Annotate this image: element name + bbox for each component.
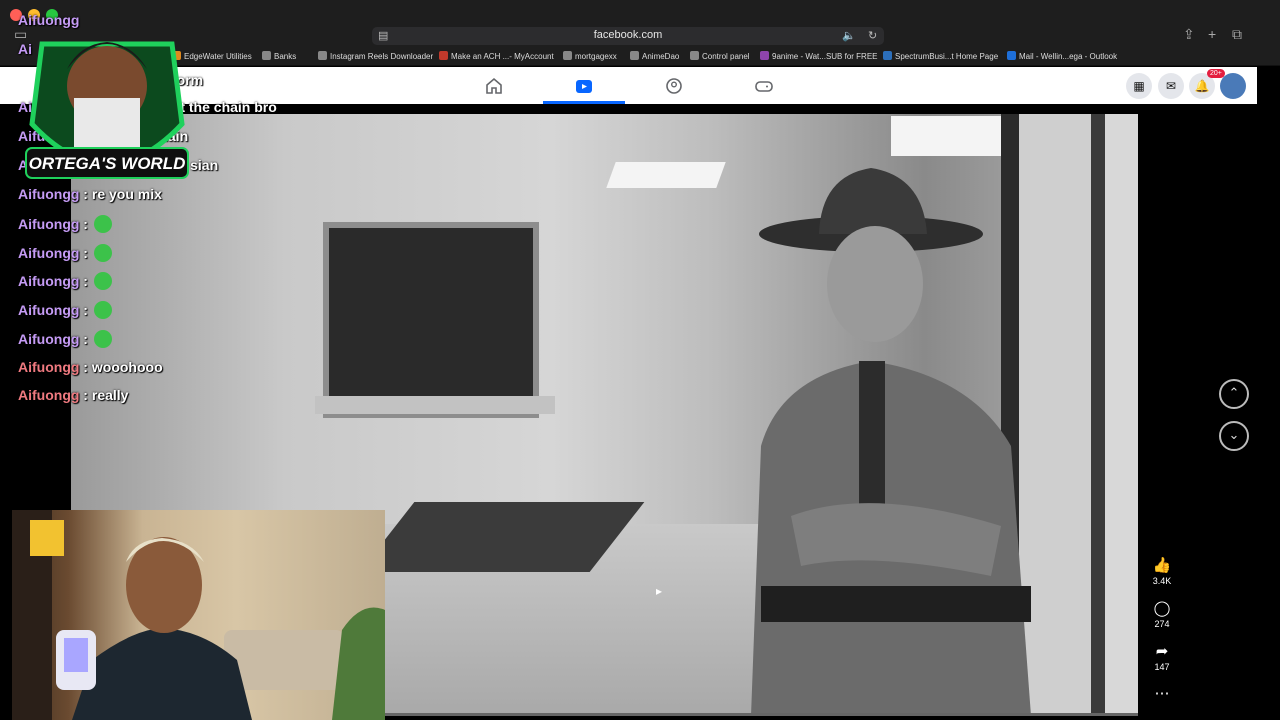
- chat-text: really: [91, 387, 129, 403]
- groups-icon[interactable]: [664, 77, 684, 95]
- webcam-feed: [12, 510, 385, 720]
- chat-username: Aifuongg: [18, 359, 80, 375]
- chat-separator: :: [79, 273, 92, 289]
- more-options-button[interactable]: ⋯: [1144, 686, 1180, 702]
- reception-window: [323, 222, 539, 418]
- active-tab-indicator: [543, 101, 625, 104]
- bookmark-label: EdgeWater Utilities: [184, 52, 252, 61]
- bookmark-icon: [883, 51, 892, 60]
- comment-icon: ◯: [1153, 600, 1171, 617]
- chat-message: Aifuongg :: [18, 215, 112, 237]
- address-bar[interactable]: ▤ facebook.com 🔈 ↻: [372, 27, 884, 45]
- chat-username: Aifuongg: [18, 387, 80, 403]
- bookmark-item[interactable]: mortgagexx: [563, 51, 617, 61]
- share-arrow-icon: ➦: [1155, 643, 1169, 660]
- bookmark-label: Make an ACH ...- MyAccount: [451, 52, 554, 61]
- chat-emote-icon: [93, 272, 112, 290]
- comment-button[interactable]: ◯ 274: [1144, 600, 1180, 630]
- chat-message: Aifuongg :: [18, 272, 112, 294]
- like-button[interactable]: 👍 3.4K: [1144, 557, 1180, 587]
- chat-username: Aifuongg: [18, 331, 80, 347]
- share-count: 147: [1154, 662, 1170, 672]
- chat-message: Aifuongg :: [18, 330, 112, 352]
- bookmark-icon: [439, 51, 448, 60]
- bookmark-label: 9anime - Wat...SUB for FREE: [772, 52, 878, 61]
- bookmark-label: Control panel: [702, 52, 750, 61]
- chat-emote-icon: [93, 330, 112, 348]
- chat-message: Aifuongg : wooohooo: [18, 359, 163, 381]
- screen: ▭ ▤ facebook.com 🔈 ↻ ⇪ + ⧉ ...n PlayEdge…: [0, 0, 1280, 720]
- reception-counter: [315, 396, 555, 414]
- audio-icon[interactable]: 🔈: [842, 29, 856, 42]
- new-tab-icon[interactable]: +: [1208, 26, 1216, 42]
- like-count: 3.4K: [1152, 576, 1172, 586]
- chat-username: Aifuongg: [18, 302, 80, 318]
- bookmark-label: Banks: [274, 52, 297, 61]
- bookmark-item[interactable]: 9anime - Wat...SUB for FREE: [760, 51, 878, 61]
- tab-overview-icon[interactable]: ⧉: [1232, 26, 1242, 43]
- chat-emote-icon: [93, 301, 112, 319]
- bookmark-item[interactable]: Mail - Wellin...ega - Outlook: [1007, 51, 1117, 61]
- svg-text:ORTEGA'S WORLD: ORTEGA'S WORLD: [29, 154, 186, 173]
- bookmark-item[interactable]: Make an ACH ...- MyAccount: [439, 51, 554, 61]
- bookmark-label: Instagram Reels Downloader: [330, 52, 434, 61]
- messenger-icon[interactable]: ✉: [1158, 73, 1184, 99]
- url-text: facebook.com: [593, 29, 663, 41]
- chat-separator: :: [79, 387, 92, 403]
- bookmark-icon: [1007, 51, 1016, 60]
- chat-separator: :: [79, 302, 92, 318]
- next-video-button[interactable]: ⌄: [1219, 421, 1249, 451]
- chat-username: Aifuongg: [18, 273, 80, 289]
- ortegas-world-logo: ORTEGA'S WORLD: [25, 41, 189, 179]
- profile-avatar[interactable]: [1220, 73, 1246, 99]
- bookmark-item[interactable]: Control panel: [690, 51, 750, 61]
- chat-text: sian: [190, 157, 219, 173]
- menu-grid-icon[interactable]: ▦: [1126, 73, 1152, 99]
- reload-icon[interactable]: ↻: [868, 29, 877, 42]
- bookmark-icon: [630, 51, 639, 60]
- chat-username: Aifuongg: [18, 216, 80, 232]
- chat-text: wooohooo: [91, 359, 163, 375]
- chat-separator: :: [79, 331, 92, 347]
- bookmark-item[interactable]: Instagram Reels Downloader: [318, 51, 433, 61]
- browser-toolbar: ▭ ▤ facebook.com 🔈 ↻ ⇪ + ⧉: [0, 0, 1280, 48]
- chevron-down-icon: ⌄: [1228, 427, 1240, 442]
- officer-figure: [751, 168, 1031, 714]
- bookmark-icon: [563, 51, 572, 60]
- share-button[interactable]: ➦ 147: [1144, 643, 1180, 673]
- bookmark-item[interactable]: Banks: [262, 51, 296, 61]
- bookmark-label: SpectrumBusi...t Home Page: [895, 52, 999, 61]
- video-progress-bar[interactable]: [385, 713, 1138, 716]
- chat-message: Aifuongg : really: [18, 387, 128, 409]
- bookmark-icon: [318, 51, 327, 60]
- bookmark-icon: [760, 51, 769, 60]
- video-icon[interactable]: [574, 77, 594, 95]
- bookmark-label: AnimeDao: [642, 52, 680, 61]
- chat-separator: :: [79, 359, 92, 375]
- chat-message: Aifuongg :: [18, 244, 112, 266]
- previous-video-button[interactable]: ⌃: [1219, 379, 1249, 409]
- chat-message: Aifuongg :: [18, 301, 112, 323]
- bookmark-label: mortgagexx: [575, 52, 617, 61]
- home-icon[interactable]: [484, 77, 504, 95]
- bookmark-icon: [690, 51, 699, 60]
- chat-separator: :: [79, 245, 92, 261]
- chat-emote-icon: [93, 215, 112, 233]
- bookmark-icon: [262, 51, 271, 60]
- chat-username: Aifuongg: [18, 245, 80, 261]
- chevron-up-icon: ⌃: [1228, 385, 1240, 400]
- gaming-icon[interactable]: [754, 77, 774, 95]
- webcam-overlay: [12, 510, 385, 720]
- comment-count: 274: [1154, 619, 1170, 629]
- more-dots-icon: ⋯: [1154, 685, 1170, 702]
- mouse-cursor-icon: ▸: [656, 584, 663, 598]
- bookmark-item[interactable]: SpectrumBusi...t Home Page: [883, 51, 998, 61]
- thumbs-up-icon: 👍: [1152, 557, 1172, 574]
- bookmarks-bar: ...n PlayEdgeWater UtilitiesBanksInstagr…: [0, 48, 1280, 66]
- bookmark-label: Mail - Wellin...ega - Outlook: [1019, 52, 1118, 61]
- chat-emote-icon: [93, 244, 112, 262]
- share-icon[interactable]: ⇪: [1183, 26, 1195, 43]
- chat-separator: :: [79, 216, 92, 232]
- bookmark-item[interactable]: AnimeDao: [630, 51, 679, 61]
